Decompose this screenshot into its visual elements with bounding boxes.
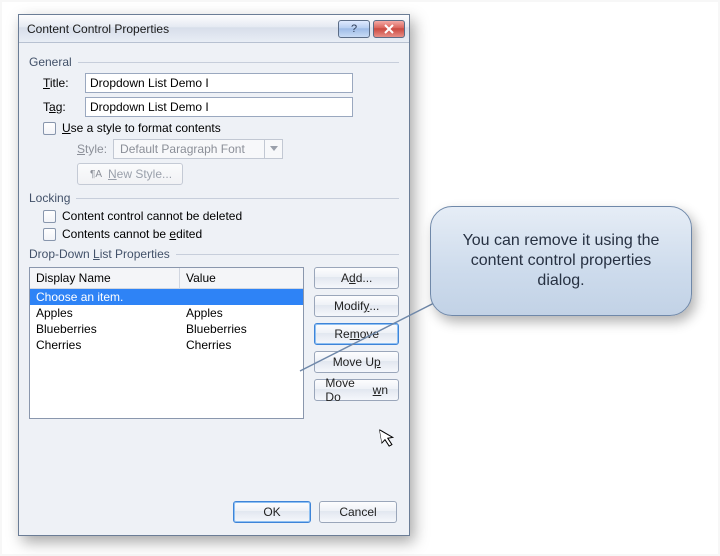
list-cell-value: Cherries <box>180 337 303 353</box>
ddlp-list-rows: Choose an item.ApplesApplesBlueberriesBl… <box>30 289 303 418</box>
ddlp-listbox[interactable]: Display Name Value Choose an item.Apples… <box>29 267 304 419</box>
list-item[interactable]: Choose an item. <box>30 289 303 305</box>
list-cell-display: Choose an item. <box>30 289 180 305</box>
group-ddlp: Drop-Down List Properties <box>29 247 399 261</box>
group-divider <box>176 254 399 255</box>
callout-text: You can remove it using the content cont… <box>449 231 673 291</box>
list-cell-value: Apples <box>180 305 303 321</box>
cancel-button[interactable]: Cancel <box>319 501 397 523</box>
cannot-delete-label: Content control cannot be deleted <box>62 209 242 223</box>
add-button[interactable]: Add... <box>314 267 399 289</box>
dialog-title: Content Control Properties <box>27 22 335 36</box>
close-button[interactable] <box>373 20 405 38</box>
new-style-icon: ¶A <box>88 167 104 181</box>
cannot-delete-row[interactable]: Content control cannot be deleted <box>43 209 399 223</box>
cannot-delete-checkbox[interactable] <box>43 210 56 223</box>
content-control-properties-dialog: Content Control Properties ? General Tit… <box>18 14 410 536</box>
move-down-button[interactable]: Move Down <box>314 379 399 401</box>
group-general: General <box>29 55 399 69</box>
group-divider <box>78 62 399 63</box>
style-combo-value: Default Paragraph Font <box>114 142 264 156</box>
tag-row: Tag: <box>43 97 399 117</box>
ddlp-area: Display Name Value Choose an item.Apples… <box>29 261 399 419</box>
title-label: Title: <box>43 76 85 90</box>
group-locking: Locking <box>29 191 399 205</box>
cannot-edit-checkbox[interactable] <box>43 228 56 241</box>
list-cell-value: Blueberries <box>180 321 303 337</box>
dialog-body: General Title: Tag: Use a style to forma… <box>19 43 409 429</box>
new-style-row: ¶A New Style... <box>77 163 399 185</box>
close-icon <box>384 24 394 34</box>
title-row: Title: <box>43 73 399 93</box>
group-divider <box>76 198 399 199</box>
style-label: Style: <box>77 142 107 156</box>
style-combo-dropdown <box>264 140 282 158</box>
help-button[interactable]: ? <box>338 20 370 38</box>
cannot-edit-row[interactable]: Contents cannot be edited <box>43 227 399 241</box>
col-value: Value <box>180 268 303 288</box>
use-style-label: Use a style to format contents <box>62 121 221 135</box>
cannot-edit-label: Contents cannot be edited <box>62 227 202 241</box>
use-style-row[interactable]: Use a style to format contents <box>43 121 399 135</box>
new-style-button-label: New Style... <box>108 167 172 181</box>
move-up-button[interactable]: Move Up <box>314 351 399 373</box>
title-input[interactable] <box>85 73 353 93</box>
list-cell-display: Blueberries <box>30 321 180 337</box>
list-cell-display: Apples <box>30 305 180 321</box>
group-locking-label: Locking <box>29 191 70 205</box>
tag-input[interactable] <box>85 97 353 117</box>
remove-button[interactable]: Remove <box>314 323 399 345</box>
tag-label: Tag: <box>43 100 85 114</box>
dialog-footer: OK Cancel <box>233 501 397 523</box>
dialog-titlebar[interactable]: Content Control Properties ? <box>19 15 409 43</box>
style-combo: Default Paragraph Font <box>113 139 283 159</box>
use-style-checkbox[interactable] <box>43 122 56 135</box>
list-item[interactable]: BlueberriesBlueberries <box>30 321 303 337</box>
chevron-down-icon <box>270 146 278 152</box>
ddlp-buttons: Add... Modify... Remove Move Up Move Dow… <box>314 267 399 401</box>
style-row: Style: Default Paragraph Font <box>77 139 399 159</box>
list-cell-display: Cherries <box>30 337 180 353</box>
callout-bubble: You can remove it using the content cont… <box>430 206 692 316</box>
new-style-button: ¶A New Style... <box>77 163 183 185</box>
ok-button[interactable]: OK <box>233 501 311 523</box>
ddlp-list-header: Display Name Value <box>30 268 303 289</box>
list-item[interactable]: CherriesCherries <box>30 337 303 353</box>
col-display-name: Display Name <box>30 268 180 288</box>
list-item[interactable]: ApplesApples <box>30 305 303 321</box>
group-ddlp-label: Drop-Down List Properties <box>29 247 170 261</box>
modify-button[interactable]: Modify... <box>314 295 399 317</box>
list-cell-value <box>180 289 303 305</box>
group-general-label: General <box>29 55 72 69</box>
